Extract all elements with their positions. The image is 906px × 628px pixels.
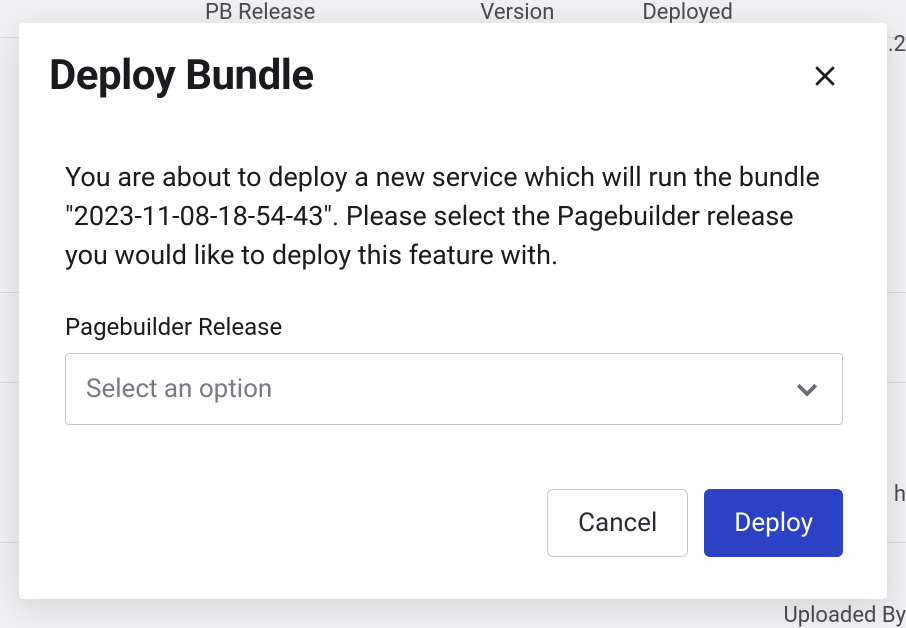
- chevron-down-icon: [792, 374, 822, 404]
- release-field-label: Pagebuilder Release: [65, 313, 843, 341]
- cancel-button[interactable]: Cancel: [547, 489, 688, 557]
- modal-title: Deploy Bundle: [49, 51, 314, 100]
- close-icon: [810, 61, 840, 91]
- close-button[interactable]: [807, 58, 843, 94]
- select-placeholder: Select an option: [86, 374, 792, 404]
- release-select[interactable]: Select an option: [65, 353, 843, 425]
- modal-footer: Cancel Deploy: [49, 489, 843, 557]
- modal-overlay: Deploy Bundle You are about to deploy a …: [0, 0, 906, 622]
- deploy-bundle-modal: Deploy Bundle You are about to deploy a …: [19, 23, 887, 599]
- deploy-button[interactable]: Deploy: [704, 489, 843, 557]
- modal-header: Deploy Bundle: [49, 51, 843, 100]
- modal-body: You are about to deploy a new service wh…: [49, 158, 843, 425]
- modal-description: You are about to deploy a new service wh…: [65, 158, 843, 275]
